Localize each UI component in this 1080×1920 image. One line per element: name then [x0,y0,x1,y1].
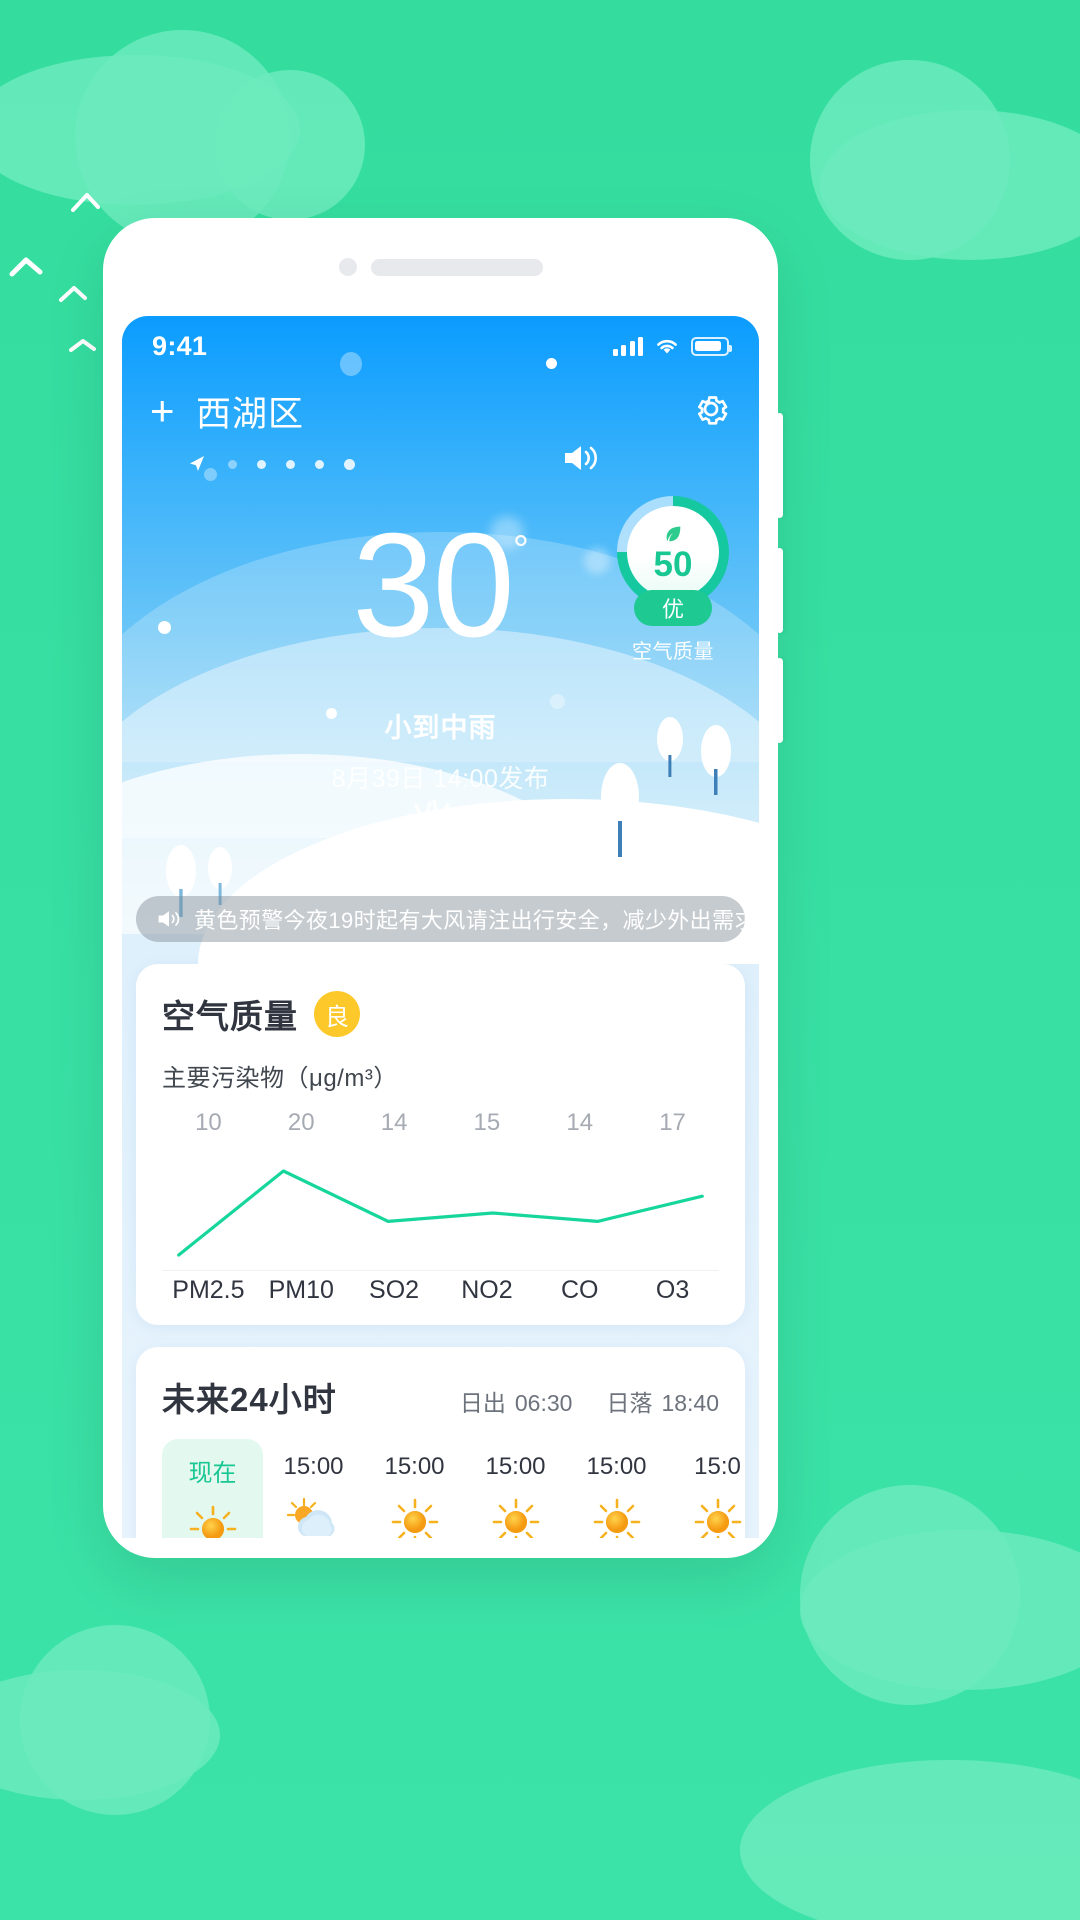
pollutant-label: O3 [655,1276,690,1304]
pollutant-chart: 10 20 14 15 14 17 PM2.5 PM10 SO2 NO2 CO [162,1109,719,1305]
hourly-title: 未来24小时 [162,1381,337,1418]
sun-icon [566,1491,667,1538]
power-button[interactable] [776,658,783,743]
hourly-header: 未来24小时 日出 06:30 日落 18:40 [162,1373,719,1421]
hour-time: 15:00 [586,1453,647,1480]
sun-cloud-icon [263,1491,364,1538]
page-dot[interactable] [315,459,324,469]
page-dot[interactable] [286,459,295,469]
pollutant-label: PM2.5 [172,1276,245,1304]
pollutant-label: CO [560,1276,599,1304]
air-quality-card[interactable]: 空气质量 良 主要污染物（μg/m³） 10 20 14 15 14 17 PM… [136,964,745,1325]
page-indicator[interactable] [122,446,759,482]
weather-condition: 小到中雨 [384,713,497,743]
signal-bars-icon [612,336,643,356]
air-quality-title: 空气质量 [162,998,298,1035]
sun-times: 日出 06:30 日落 18:40 [460,1384,719,1418]
sun-icon [162,1498,263,1538]
alert-text: 黄色预警今夜19时起有大风请注出行安全，减少外出需求 [194,908,745,933]
pollutant-line [162,1153,719,1273]
hourly-forecast-card[interactable]: 未来24小时 日出06:30 日落18:40 现在晴15:00多云15:00晴1… [136,1347,745,1538]
pollutant-value: 14 [380,1109,408,1136]
hour-item[interactable]: 15:00晴 [364,1439,465,1538]
pollutant-value: 20 [287,1109,315,1136]
pollutant-subtitle: 主要污染物（μg/m³） [162,1065,398,1092]
sunset-label: 日落 [606,1390,653,1416]
earpiece-bar [370,258,543,276]
temperature-value: 30 [352,503,515,668]
sun-icon [465,1491,566,1538]
status-bar: 9:41 [122,316,759,376]
weather-alert-banner[interactable]: 黄色预警今夜19时起有大风请注出行安全，减少外出需求 [136,896,745,942]
decorative-cloud [20,1625,210,1815]
aqi-level: 优 [634,590,712,626]
aqi-value: 50 [653,545,693,585]
hour-time: 15:0 [694,1453,741,1480]
sunrise: 日出 06:30 [460,1384,573,1418]
battery-icon [691,336,732,356]
aqi-caption: 空气质量 [632,641,714,663]
app-screen: 9:41 + 西湖区 50 优 空气质量 30 ° 小到中雨 8月39日 14:… [122,316,759,1538]
pollutant-label: SO2 [369,1276,420,1304]
pollutant-label: PM10 [268,1276,334,1304]
phone-speaker [103,258,778,276]
pollutant-labels: PM2.5 PM10 SO2 NO2 CO O3 [162,1276,719,1305]
weather-hero: 9:41 + 西湖区 50 优 空气质量 30 ° 小到中雨 8月39日 14:… [122,316,759,964]
degree-symbol: ° [512,528,529,572]
hour-time: 现在 [188,1460,237,1487]
hour-item[interactable]: 15:00晴 [465,1439,566,1538]
pollutant-values: 10 20 14 15 14 17 [162,1109,719,1137]
page-dot[interactable] [228,459,237,469]
aqi-badge[interactable]: 50 优 空气质量 [617,496,729,664]
wifi-icon [657,339,677,354]
sun-icon [364,1491,465,1538]
hour-time: 15:00 [485,1453,546,1480]
page-dot[interactable] [257,459,266,469]
hour-time: 15:00 [384,1453,445,1480]
location-header: + 西湖区 [122,376,759,446]
decorative-cloud [215,70,365,220]
hour-item[interactable]: 15:00多云 [263,1439,364,1538]
status-badge: 良 [314,991,360,1037]
sunrise-time: 06:30 [514,1390,573,1416]
decorative-cloud [810,60,1010,260]
add-city-button[interactable]: + [150,390,190,432]
hour-item[interactable]: 15:0晴 [667,1439,759,1538]
sunset: 日落 18:40 [606,1384,719,1418]
settings-button[interactable] [691,389,731,434]
hour-item[interactable]: 15:00晴 [566,1439,667,1538]
volume-down-button[interactable] [776,548,783,633]
gear-icon [698,395,728,425]
hourly-list[interactable]: 现在晴15:00多云15:00晴15:00晴15:00晴15:0晴 [162,1439,741,1538]
status-icons [612,336,732,356]
sunset-time: 18:40 [661,1390,719,1416]
camera-dot [338,258,357,276]
pollutant-value: 15 [473,1109,501,1136]
chart-axis [162,1270,719,1271]
pollutant-value: 10 [195,1109,222,1136]
page-title[interactable]: 西湖区 [196,386,304,437]
page-dot-active[interactable] [344,458,355,470]
aqi-inner: 50 [627,506,719,598]
pollutant-label: NO2 [461,1276,513,1304]
bird-icon [70,190,120,216]
bird-icon [58,282,106,308]
air-quality-header: 空气质量 良 [162,990,719,1038]
volume-up-button[interactable] [776,413,783,518]
pollutant-value: 17 [659,1109,686,1136]
phone-frame: 9:41 + 西湖区 50 优 空气质量 30 ° 小到中雨 8月39日 14:… [103,218,783,1558]
decorative-cloud [800,1485,1020,1705]
deer-icon [394,793,504,894]
status-time: 9:41 [152,330,208,361]
hour-item-current[interactable]: 现在晴 [162,1439,263,1538]
pollutant-value: 14 [566,1109,594,1136]
publish-time: 8月39日 14:00发布 [331,765,550,793]
speaker-icon [158,911,180,927]
bird-icon [8,252,64,282]
decorative-cloud [740,1760,1080,1920]
sun-icon [667,1491,759,1538]
location-arrow-icon [190,456,204,471]
sunrise-label: 日出 [459,1390,506,1416]
hour-time: 15:00 [283,1453,344,1480]
